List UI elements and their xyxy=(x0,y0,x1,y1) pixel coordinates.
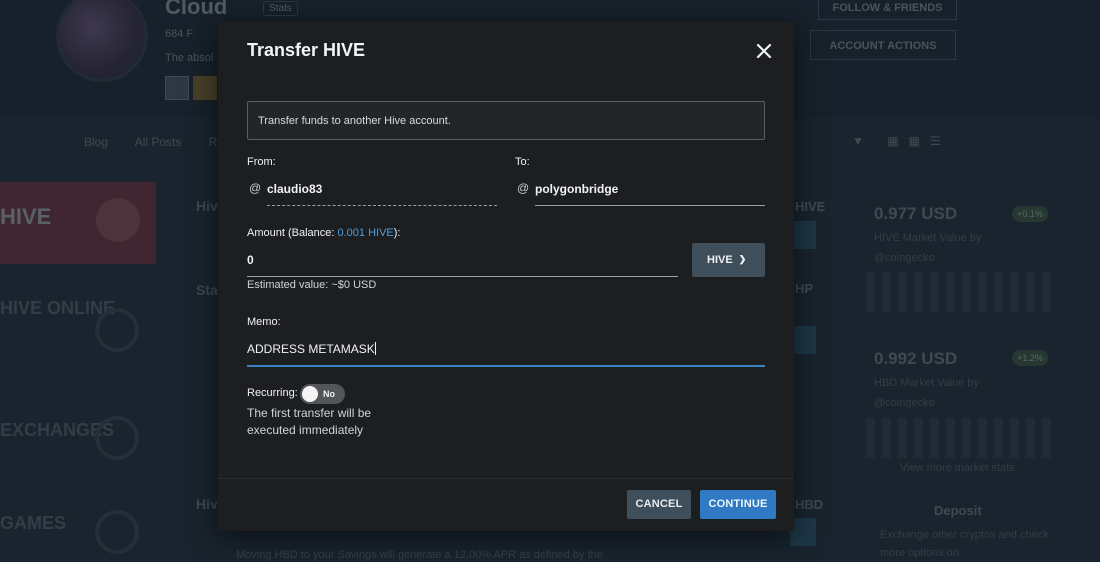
at-icon: @ xyxy=(517,181,530,195)
memo-label: Memo: xyxy=(247,316,281,328)
amount-input-underline xyxy=(247,276,678,277)
cancel-button[interactable]: CANCEL xyxy=(627,490,691,519)
to-field[interactable]: polygonbridge xyxy=(535,182,618,196)
amount-label-suffix: ): xyxy=(393,227,401,239)
close-icon xyxy=(756,43,772,59)
from-field-underline xyxy=(267,205,497,206)
recurring-note-line: The first transfer will be xyxy=(247,406,372,420)
close-button[interactable] xyxy=(754,41,774,61)
transfer-dialog: Transfer HIVE Transfer funds to another … xyxy=(218,22,794,531)
toggle-knob xyxy=(302,386,318,402)
memo-value: ADDRESS METAMASK xyxy=(247,342,375,356)
at-icon: @ xyxy=(249,181,262,195)
amount-label-prefix: Amount (Balance: xyxy=(247,227,338,239)
text-cursor xyxy=(374,342,376,355)
to-field-underline xyxy=(535,205,765,206)
continue-button[interactable]: CONTINUE xyxy=(700,490,776,519)
dialog-footer-divider xyxy=(218,478,794,479)
currency-value: HIVE xyxy=(707,254,733,266)
from-label: From: xyxy=(247,156,276,168)
chevron-down-icon: ❯ xyxy=(738,254,747,264)
toggle-state-label: No xyxy=(323,389,335,399)
amount-label: Amount (Balance: 0.001 HIVE): xyxy=(247,227,401,239)
info-banner: Transfer funds to another Hive account. xyxy=(247,101,765,140)
recurring-toggle[interactable]: No xyxy=(300,384,345,404)
estimated-value: Estimated value: ~$0 USD xyxy=(247,279,377,291)
amount-input[interactable]: 0 xyxy=(247,253,254,267)
memo-input[interactable]: ADDRESS METAMASK xyxy=(247,342,376,356)
recurring-note: The first transfer will be executed imme… xyxy=(247,405,371,439)
dialog-title: Transfer HIVE xyxy=(247,40,366,60)
to-label: To: xyxy=(515,156,530,168)
from-field: claudio83 xyxy=(267,182,323,196)
recurring-label: Recurring: xyxy=(247,387,298,399)
recurring-note-line: executed immediately xyxy=(247,423,364,437)
memo-input-underline xyxy=(247,365,765,367)
currency-select[interactable]: HIVE ❯ xyxy=(692,243,765,277)
balance-link[interactable]: 0.001 HIVE xyxy=(338,227,394,239)
